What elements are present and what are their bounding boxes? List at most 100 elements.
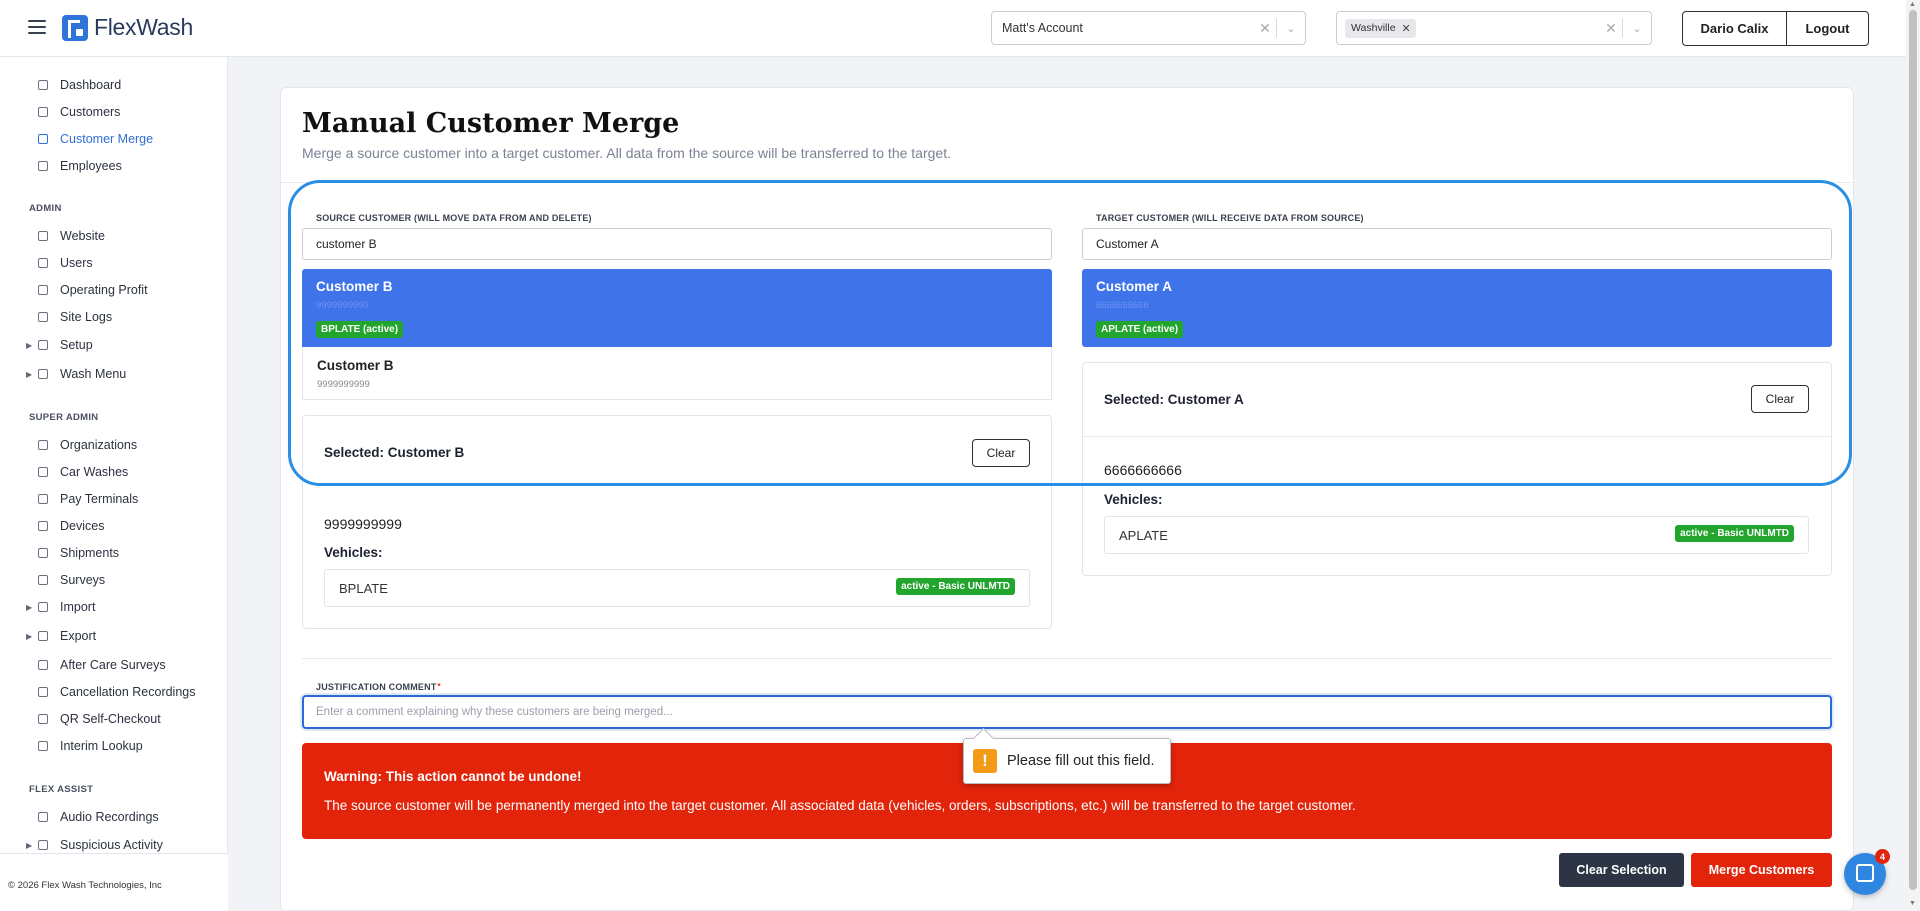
expand-caret-icon[interactable]: ▶ [26, 370, 32, 379]
car-icon [38, 467, 48, 477]
clear-location-icon[interactable]: ✕ [1600, 20, 1622, 37]
target-phone: 6666666666 [1104, 462, 1182, 478]
required-mark: * [437, 682, 441, 691]
justification-comment-input[interactable]: Enter a comment explaining why these cus… [302, 695, 1832, 729]
export-icon [38, 631, 48, 641]
vehicle-plate: BPLATE [339, 581, 388, 596]
copyright: © 2026 Flex Wash Technologies, Inc [8, 880, 162, 891]
qr-icon [38, 714, 48, 724]
target-vehicle-row: APLATE active - Basic UNLMTD [1104, 516, 1809, 554]
expand-caret-icon[interactable]: ▶ [26, 632, 32, 641]
source-vehicle-row: BPLATE active - Basic UNLMTD [324, 569, 1030, 607]
chevron-down-icon[interactable]: ⌄ [1277, 22, 1305, 35]
sidebar-item-interim-lookup[interactable]: Interim Lookup [38, 739, 143, 753]
wash-menu-icon [38, 369, 48, 379]
website-icon [38, 231, 48, 241]
sidebar-item-export[interactable]: Export [38, 629, 96, 643]
logout-button[interactable]: Logout [1786, 11, 1869, 46]
remove-chip-icon[interactable]: ✕ [1402, 22, 1411, 35]
justification-label: JUSTIFICATION COMMENT* [316, 682, 441, 692]
expand-caret-icon[interactable]: ▶ [26, 603, 32, 612]
sidebar-item-after-care-surveys[interactable]: After Care Surveys [38, 658, 166, 672]
vehicle-status-badge: active - Basic UNLMTD [1675, 525, 1794, 542]
menu-icon[interactable] [28, 20, 46, 34]
result-name: Customer B [316, 279, 393, 294]
vehicle-status-badge: active - Basic UNLMTD [896, 578, 1015, 595]
source-result-item[interactable]: Customer B 9999999999 [302, 347, 1052, 400]
sidebar-item-audio-recordings[interactable]: Audio Recordings [38, 810, 159, 824]
flexwash-logo-icon [62, 14, 88, 41]
sidebar-item-suspicious-activity[interactable]: Suspicious Activity [38, 838, 163, 852]
plate-badge: APLATE (active) [1096, 321, 1184, 338]
clear-account-icon[interactable]: ✕ [1254, 20, 1276, 37]
merge-customers-button[interactable]: Merge Customers [1691, 853, 1832, 887]
sidebar-item-wash-menu[interactable]: Wash Menu [38, 367, 126, 381]
sidebar-item-operating-profit[interactable]: Operating Profit [38, 283, 148, 297]
dashboard-icon [38, 80, 48, 90]
surveys-icon [38, 575, 48, 585]
chat-button[interactable]: 4 [1844, 849, 1890, 895]
target-search-input[interactable]: Customer A [1082, 228, 1832, 260]
sidebar-item-cancellation-recordings[interactable]: Cancellation Recordings [38, 685, 196, 699]
account-select[interactable]: Matt's Account ✕ ⌄ [991, 11, 1306, 45]
user-button[interactable]: Dario Calix [1682, 11, 1787, 46]
employees-icon [38, 161, 48, 171]
chat-icon [1856, 864, 1874, 882]
sidebar-item-employees[interactable]: Employees [38, 159, 122, 173]
scroll-up-icon[interactable]: ▲ [1909, 1, 1916, 8]
plate-badge: BPLATE (active) [316, 321, 404, 338]
logs-icon [38, 312, 48, 322]
unread-badge: 4 [1875, 849, 1890, 864]
target-vehicles-label: Vehicles: [1104, 492, 1163, 507]
section-super-admin: SUPER ADMIN [29, 412, 99, 423]
app-logo[interactable]: FlexWash [62, 14, 193, 41]
sidebar-item-customers[interactable]: Customers [38, 105, 120, 119]
sidebar-item-import[interactable]: Import [38, 600, 95, 614]
source-search-input[interactable]: customer B [302, 228, 1052, 260]
sidebar-item-pay-terminals[interactable]: Pay Terminals [38, 492, 138, 506]
profit-icon [38, 285, 48, 295]
sidebar-item-site-logs[interactable]: Site Logs [38, 310, 112, 324]
sidebar-item-customer-merge[interactable]: Customer Merge [38, 132, 153, 146]
source-result-selected[interactable]: Customer B 9999999999 BPLATE (active) [302, 269, 1052, 347]
sidebar-item-setup[interactable]: Setup [38, 338, 93, 352]
sidebar-item-users[interactable]: Users [38, 256, 93, 270]
users-icon [38, 258, 48, 268]
expand-caret-icon[interactable]: ▶ [26, 841, 32, 850]
sidebar-item-devices[interactable]: Devices [38, 519, 104, 533]
top-bar: FlexWash Matt's Account ✕ ⌄ Washville ✕ … [0, 0, 1906, 57]
clear-selection-button[interactable]: Clear Selection [1559, 853, 1684, 887]
result-phone: 9999999999 [316, 300, 369, 311]
vehicle-plate: APLATE [1119, 528, 1168, 543]
scroll-down-icon[interactable]: ▼ [1909, 900, 1916, 907]
sidebar-item-qr-self-checkout[interactable]: QR Self-Checkout [38, 712, 161, 726]
validation-tooltip: ! Please fill out this field. [963, 738, 1171, 784]
chevron-down-icon[interactable]: ⌄ [1623, 22, 1651, 35]
exclamation-icon: ! [973, 749, 997, 773]
page-scrollbar[interactable]: ▲ ▼ [1906, 0, 1920, 911]
sidebar-item-car-washes[interactable]: Car Washes [38, 465, 128, 479]
result-name: Customer B [317, 358, 394, 373]
sidebar-item-organizations[interactable]: Organizations [38, 438, 137, 452]
source-label: SOURCE CUSTOMER (WILL MOVE DATA FROM AND… [316, 213, 592, 223]
sidebar-item-website[interactable]: Website [38, 229, 105, 243]
scrollbar-thumb[interactable] [1909, 10, 1917, 890]
target-clear-button[interactable]: Clear [1751, 385, 1809, 413]
sidebar: Dashboard Customers Customer Merge Emplo… [0, 57, 228, 911]
target-selected-title: Selected: Customer A [1104, 392, 1244, 407]
result-phone: 9999999999 [317, 379, 370, 390]
source-clear-button[interactable]: Clear [972, 439, 1030, 467]
source-phone: 9999999999 [324, 516, 402, 532]
organizations-icon [38, 440, 48, 450]
after-care-icon [38, 660, 48, 670]
sidebar-item-surveys[interactable]: Surveys [38, 573, 105, 587]
location-select[interactable]: Washville ✕ ✕ ⌄ [1336, 11, 1652, 45]
sidebar-item-shipments[interactable]: Shipments [38, 546, 119, 560]
sidebar-item-dashboard[interactable]: Dashboard [38, 78, 121, 92]
terminal-icon [38, 494, 48, 504]
expand-caret-icon[interactable]: ▶ [26, 341, 32, 350]
source-vehicles-label: Vehicles: [324, 545, 383, 560]
merge-icon [38, 134, 48, 144]
result-name: Customer A [1096, 279, 1173, 294]
target-result-selected[interactable]: Customer A 6666666666 APLATE (active) [1082, 269, 1832, 347]
